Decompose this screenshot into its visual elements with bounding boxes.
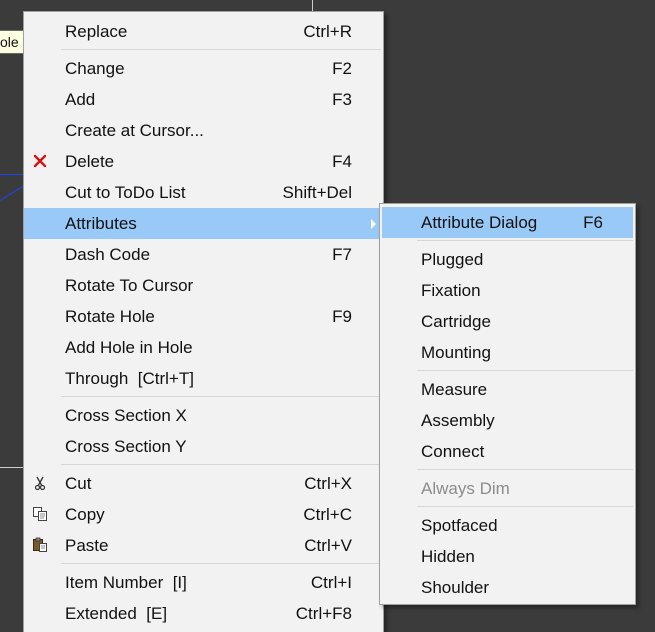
submenu-item-spotfaced[interactable]: Spotfaced bbox=[380, 510, 635, 541]
menu-item-label: Measure bbox=[421, 380, 488, 399]
menu-item-shortcut: F4 bbox=[332, 152, 352, 171]
menu-item-shortcut: Ctrl+X bbox=[304, 474, 352, 493]
menu-separator bbox=[417, 469, 633, 470]
menu-item-cross-section-x[interactable]: Cross Section X bbox=[24, 400, 383, 431]
menu-item-label: Connect bbox=[421, 442, 485, 461]
menu-item-shortcut: F9 bbox=[332, 307, 352, 326]
menu-item-delete[interactable]: Delete F4 bbox=[24, 146, 383, 177]
canvas-line bbox=[0, 467, 24, 468]
submenu-item-connect[interactable]: Connect bbox=[380, 436, 635, 467]
menu-separator bbox=[417, 506, 633, 507]
menu-item-shortcut: F6 bbox=[583, 213, 603, 232]
menu-item-shortcut: Ctrl+C bbox=[303, 505, 352, 524]
menu-item-label: Spotfaced bbox=[421, 516, 498, 535]
menu-item-label: Attribute Dialog bbox=[421, 213, 538, 232]
copy-icon bbox=[33, 507, 47, 521]
menu-separator bbox=[61, 563, 381, 564]
menu-item-cross-section-y[interactable]: Cross Section Y bbox=[24, 431, 383, 462]
menu-separator bbox=[417, 240, 633, 241]
submenu-item-cartridge[interactable]: Cartridge bbox=[380, 306, 635, 337]
menu-item-label: Hidden bbox=[421, 547, 475, 566]
menu-item-rotate-to-cursor[interactable]: Rotate To Cursor bbox=[24, 270, 383, 301]
attributes-submenu: Attribute Dialog F6 Plugged Fixation Car… bbox=[379, 203, 636, 605]
menu-item-shortcut: Ctrl+F8 bbox=[295, 604, 352, 623]
delete-x-icon bbox=[33, 154, 47, 168]
menu-item-label: Create at Cursor... bbox=[65, 121, 204, 140]
menu-item-label: Replace bbox=[65, 22, 128, 41]
menu-item-cut[interactable]: Cut Ctrl+X bbox=[24, 468, 383, 499]
context-menu: Replace Ctrl+R Change F2 Add F3 Create a… bbox=[23, 11, 384, 632]
menu-item-attributes[interactable]: Attributes bbox=[24, 208, 383, 239]
menu-item-label: Cartridge bbox=[421, 312, 491, 331]
menu-separator bbox=[61, 49, 381, 50]
menu-separator bbox=[61, 464, 381, 465]
submenu-item-measure[interactable]: Measure bbox=[380, 374, 635, 405]
menu-item-shortcut: Ctrl+I bbox=[310, 573, 352, 592]
menu-item-label: Always Dim bbox=[421, 479, 510, 498]
menu-item-rotate-hole[interactable]: Rotate Hole F9 bbox=[24, 301, 383, 332]
menu-item-label: Delete bbox=[65, 152, 115, 171]
submenu-item-hidden[interactable]: Hidden bbox=[380, 541, 635, 572]
canvas-blue-line bbox=[0, 185, 25, 201]
menu-item-label: Change bbox=[65, 59, 125, 78]
paste-icon bbox=[33, 537, 47, 552]
menu-item-label: Add bbox=[65, 90, 96, 109]
menu-item-label: Fixation bbox=[421, 281, 481, 300]
menu-item-shortcut: F7 bbox=[332, 245, 352, 264]
menu-item-label: Rotate To Cursor bbox=[65, 276, 194, 295]
submenu-item-always-dim: Always Dim bbox=[380, 473, 635, 504]
submenu-item-plugged[interactable]: Plugged bbox=[380, 244, 635, 275]
menu-item-label: Mounting bbox=[421, 343, 491, 362]
menu-item-shortcut: Ctrl+R bbox=[303, 22, 352, 41]
menu-item-shortcut: F3 bbox=[332, 90, 352, 109]
menu-item-label: Paste bbox=[65, 536, 109, 555]
submenu-item-mounting[interactable]: Mounting bbox=[380, 337, 635, 368]
menu-item-add[interactable]: Add F3 bbox=[24, 84, 383, 115]
menu-item-through[interactable]: Through [Ctrl+T] bbox=[24, 363, 383, 394]
menu-item-add-hole-in-hole[interactable]: Add Hole in Hole bbox=[24, 332, 383, 363]
menu-item-label: Extended [E] bbox=[65, 604, 168, 623]
menu-item-copy[interactable]: Copy Ctrl+C bbox=[24, 499, 383, 530]
menu-item-create-at-cursor[interactable]: Create at Cursor... bbox=[24, 115, 383, 146]
menu-item-item-number[interactable]: Item Number [I] Ctrl+I bbox=[24, 567, 383, 598]
submenu-item-fixation[interactable]: Fixation bbox=[380, 275, 635, 306]
menu-item-label: Plugged bbox=[421, 250, 484, 269]
menu-item-paste[interactable]: Paste Ctrl+V bbox=[24, 530, 383, 561]
submenu-item-attribute-dialog[interactable]: Attribute Dialog F6 bbox=[382, 207, 633, 238]
menu-item-label: Cut to ToDo List bbox=[65, 183, 186, 202]
menu-item-change[interactable]: Change F2 bbox=[24, 53, 383, 84]
menu-item-label: Cross Section Y bbox=[65, 437, 187, 456]
menu-item-label: Cross Section X bbox=[65, 406, 187, 425]
canvas-tooltip: ole bbox=[0, 30, 24, 54]
scissors-icon bbox=[34, 476, 46, 491]
menu-item-label: Through [Ctrl+T] bbox=[65, 369, 194, 388]
menu-item-shortcut: F2 bbox=[332, 59, 352, 78]
menu-item-label: Assembly bbox=[421, 411, 495, 430]
submenu-arrow-icon bbox=[371, 219, 376, 229]
menu-item-extended[interactable]: Extended [E] Ctrl+F8 bbox=[24, 598, 383, 629]
menu-item-label: Shoulder bbox=[421, 578, 490, 597]
menu-item-label: Dash Code bbox=[65, 245, 151, 264]
menu-item-shortcut: Ctrl+V bbox=[304, 536, 352, 555]
menu-item-label: Attributes bbox=[65, 214, 137, 233]
menu-item-cut-to-todo[interactable]: Cut to ToDo List Shift+Del bbox=[24, 177, 383, 208]
menu-separator bbox=[61, 396, 381, 397]
submenu-item-shoulder[interactable]: Shoulder bbox=[380, 572, 635, 603]
menu-item-label: Cut bbox=[65, 474, 92, 493]
menu-item-dash-code[interactable]: Dash Code F7 bbox=[24, 239, 383, 270]
menu-item-shortcut: Shift+Del bbox=[282, 183, 352, 202]
menu-item-label: Copy bbox=[65, 505, 105, 524]
menu-item-replace[interactable]: Replace Ctrl+R bbox=[24, 16, 383, 47]
menu-item-label: Add Hole in Hole bbox=[65, 338, 193, 357]
menu-item-label: Rotate Hole bbox=[65, 307, 155, 326]
menu-item-label: Item Number [I] bbox=[65, 573, 187, 592]
menu-separator bbox=[417, 370, 633, 371]
submenu-item-assembly[interactable]: Assembly bbox=[380, 405, 635, 436]
